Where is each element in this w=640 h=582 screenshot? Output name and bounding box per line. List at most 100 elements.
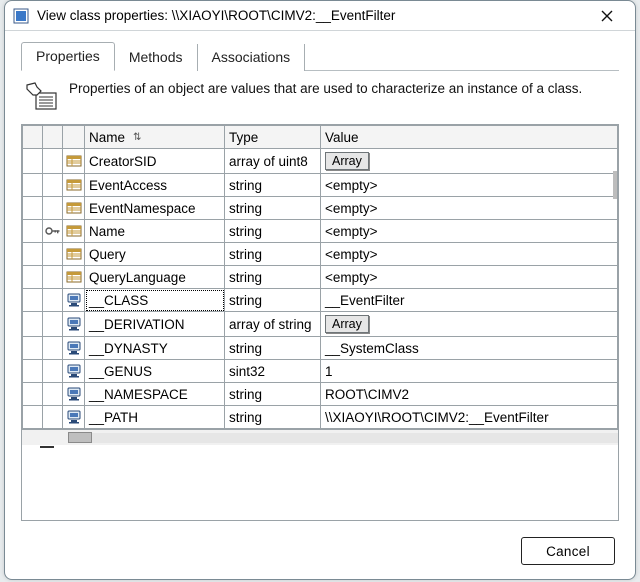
horizontal-scrollbar[interactable] [22,429,618,445]
empty-value-label: <empty> [325,224,378,239]
property-name-cell[interactable]: QueryLanguage [85,266,225,289]
property-value-cell[interactable]: Array [321,149,618,174]
property-type-cell[interactable]: string [225,406,321,429]
property-type-cell[interactable]: string [225,243,321,266]
row-selector-cell[interactable] [23,406,43,429]
property-value-cell[interactable]: __EventFilter [321,289,618,312]
array-button[interactable]: Array [325,315,369,333]
grid-header-name[interactable]: Name ⇅ [85,126,225,149]
key-indicator-cell [43,360,63,383]
app-icon [13,8,29,24]
row-selector-cell[interactable] [23,337,43,360]
property-name-cell[interactable]: __DERIVATION [85,312,225,337]
tab-properties[interactable]: Properties [21,42,115,71]
property-name-cell[interactable]: Name [85,220,225,243]
property-value-cell[interactable]: <empty> [321,174,618,197]
property-icon [63,266,85,289]
grid-header-blank1[interactable] [23,126,43,149]
array-button[interactable]: Array [325,152,369,170]
titlebar[interactable]: View class properties: \\XIAOYI\ROOT\CIM… [5,1,635,31]
property-name-cell[interactable]: __DYNASTY [85,337,225,360]
property-name-cell[interactable]: EventAccess [85,174,225,197]
grid-header-blank2[interactable] [43,126,63,149]
table-row[interactable]: CreatorSIDarray of uint8Array [23,149,618,174]
row-selector-cell[interactable] [23,383,43,406]
row-selector-cell[interactable] [23,312,43,337]
table-row[interactable]: EventNamespacestring <empty> [23,197,618,220]
key-indicator-cell [43,289,63,312]
key-icon [43,225,62,237]
grid-header-row: Name ⇅ Type Value [23,126,618,149]
property-type-cell[interactable]: array of string [225,312,321,337]
table-row[interactable]: __DERIVATIONarray of stringArray [23,312,618,337]
tab-associations[interactable]: Associations [198,44,306,71]
table-row[interactable]: QueryLanguagestring<empty> [23,266,618,289]
property-value-cell[interactable]: <empty> [321,266,618,289]
table-row[interactable]: __DYNASTYstring__SystemClass [23,337,618,360]
empty-value-label: <empty> [325,201,378,216]
row-selector-cell[interactable] [23,360,43,383]
cancel-button[interactable]: Cancel [521,537,615,565]
table-row[interactable]: __CLASSstring__EventFilter [23,289,618,312]
empty-value-label: <empty> [325,247,378,262]
hand-list-icon [23,81,59,114]
row-selector-cell[interactable] [23,220,43,243]
row-selector-cell[interactable] [23,149,43,174]
table-row[interactable]: Querystring <empty> [23,243,618,266]
property-type-cell[interactable]: sint32 [225,360,321,383]
property-value-cell[interactable]: <empty> [321,197,618,220]
table-row[interactable]: __GENUSsint32 1 [23,360,618,383]
key-indicator-cell [43,197,63,220]
property-value-cell[interactable]: 1 [321,360,618,383]
sort-indicator-icon: ⇅ [133,132,141,143]
property-icon [63,197,85,220]
vertical-scroll-nub[interactable] [613,171,617,199]
system-property-icon [63,360,85,383]
tab-methods[interactable]: Methods [115,44,198,71]
property-name-cell[interactable]: __GENUS [85,360,225,383]
property-name-cell[interactable]: EventNamespace [85,197,225,220]
property-name-cell[interactable]: __CLASS [85,289,225,312]
property-name-cell[interactable]: CreatorSID [85,149,225,174]
property-type-cell[interactable]: string [225,197,321,220]
table-row[interactable]: __NAMESPACEstring ROOT\CIMV2 [23,383,618,406]
property-type-cell[interactable]: string [225,383,321,406]
property-type-cell[interactable]: string [225,174,321,197]
row-selector-cell[interactable] [23,197,43,220]
property-type-cell[interactable]: string [225,266,321,289]
value-text: 1 [325,364,333,379]
table-row[interactable]: EventAccessstring<empty> [23,174,618,197]
property-name-cell[interactable]: __PATH [85,406,225,429]
property-value-cell[interactable]: <empty> [321,243,618,266]
value-text: ROOT\CIMV2 [325,387,409,402]
grid-header-blank3[interactable] [63,126,85,149]
property-value-cell[interactable]: ROOT\CIMV2 [321,383,618,406]
value-text: \\XIAOYI\ROOT\CIMV2:__EventFilter [325,410,549,425]
property-type-cell[interactable]: string [225,289,321,312]
grid-header-type[interactable]: Type [225,126,321,149]
property-value-cell[interactable]: __SystemClass [321,337,618,360]
row-selector-cell[interactable] [23,174,43,197]
property-value-cell[interactable]: \\XIAOYI\ROOT\CIMV2:__EventFilter [321,406,618,429]
grid-header-value[interactable]: Value [321,126,618,149]
horizontal-scroll-thumb[interactable] [68,432,92,443]
system-property-icon [63,406,85,429]
dialog-window: View class properties: \\XIAOYI\ROOT\CIM… [4,0,636,580]
table-row[interactable]: __PATHstring \\XIAOYI\ROOT\CIMV2:__EventF… [23,406,618,429]
property-value-cell[interactable]: Array [321,312,618,337]
close-button[interactable] [587,1,627,31]
table-row[interactable]: Namestring <empty> [23,220,618,243]
properties-grid[interactable]: Name ⇅ Type Value CreatorSIDarray of uin… [21,124,619,521]
system-property-icon [63,312,85,337]
horizontal-scroll-track[interactable] [68,433,618,443]
property-value-cell[interactable]: <empty> [321,220,618,243]
row-selector-cell[interactable] [23,266,43,289]
row-selector-cell[interactable] [23,243,43,266]
property-type-cell[interactable]: string [225,337,321,360]
property-name-cell[interactable]: __NAMESPACE [85,383,225,406]
property-name-cell[interactable]: Query [85,243,225,266]
resize-handle-icon[interactable] [40,436,54,451]
property-type-cell[interactable]: array of uint8 [225,149,321,174]
row-selector-cell[interactable] [23,289,43,312]
property-type-cell[interactable]: string [225,220,321,243]
